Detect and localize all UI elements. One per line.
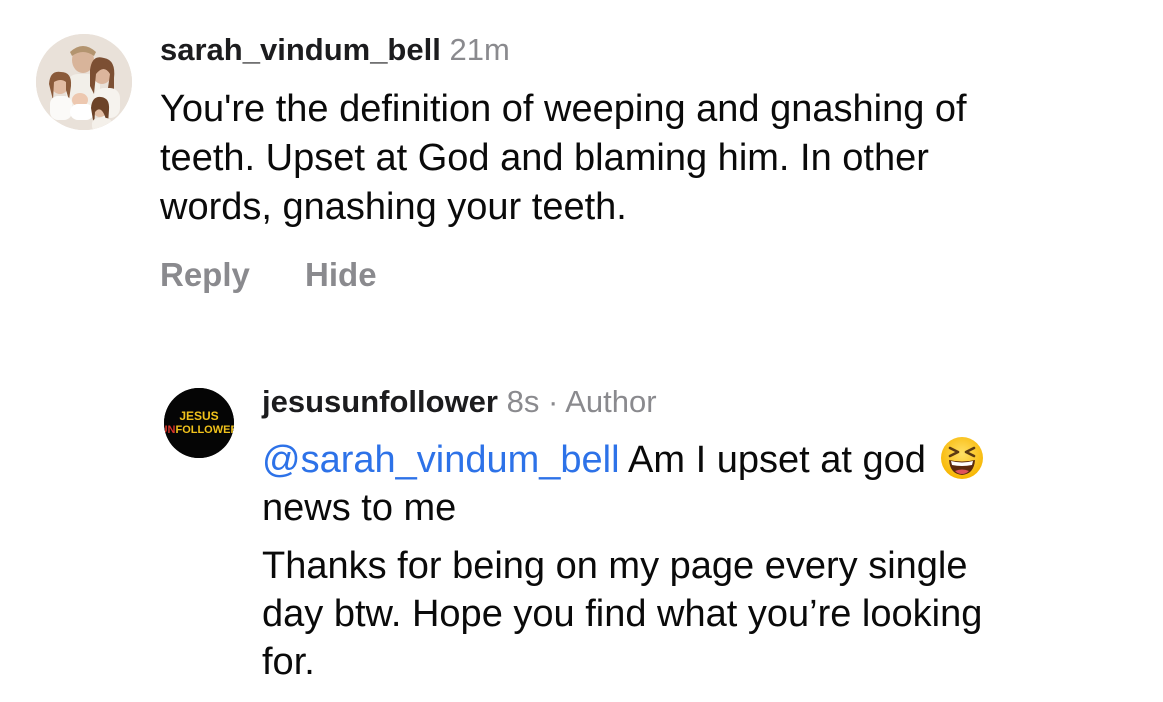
reply-avatar[interactable]: JESUS UNFOLLOWER bbox=[164, 388, 234, 458]
reply-paragraph-line: for. bbox=[262, 641, 315, 683]
reply-header: jesusunfollower 8s · Author bbox=[262, 382, 657, 422]
reply-button[interactable]: Reply bbox=[160, 253, 250, 297]
author-badge: Author bbox=[565, 384, 657, 419]
reply-username[interactable]: jesusunfollower bbox=[262, 384, 498, 419]
reply-text-line: @sarah_vindum_bell Am I upset at god bbox=[262, 436, 1142, 484]
logo-text-bottom: UNFOLLOWER bbox=[164, 424, 234, 436]
jesus-unfollower-logo-icon: JESUS UNFOLLOWER bbox=[164, 388, 234, 458]
reply-paragraph-line: day btw. Hope you find what you’re looki… bbox=[262, 593, 983, 635]
comment-username[interactable]: sarah_vindum_bell bbox=[160, 32, 441, 67]
hide-button[interactable]: Hide bbox=[305, 253, 377, 297]
mention-link[interactable]: @sarah_vindum_bell bbox=[262, 439, 620, 481]
comment-text: You're the definition of weeping and gna… bbox=[160, 85, 1140, 232]
reply-text-line: news to me bbox=[262, 487, 457, 529]
family-photo-icon bbox=[36, 34, 132, 130]
user-avatar[interactable] bbox=[36, 34, 132, 130]
comment-text-line: teeth. Upset at God and blaming him. In … bbox=[160, 137, 929, 179]
reply-paragraph-line: Thanks for being on my page every single bbox=[262, 545, 968, 587]
grinning-squinting-face-icon bbox=[940, 437, 983, 479]
reply-timestamp: 8s bbox=[506, 384, 540, 419]
reply-text: @sarah_vindum_bell Am I upset at god new… bbox=[262, 436, 1142, 686]
reply-separator: · bbox=[547, 384, 559, 419]
logo-text-top: JESUS bbox=[179, 409, 218, 423]
reply-text-after-mention: Am I upset at god bbox=[628, 439, 926, 481]
reply-paragraph: Thanks for being on my page every single… bbox=[262, 542, 1142, 686]
comment-text-line: You're the definition of weeping and gna… bbox=[160, 88, 967, 130]
comment-actions: Reply Hide bbox=[160, 253, 377, 297]
comment-header: sarah_vindum_bell 21m bbox=[160, 30, 510, 70]
comment-text-line: words, gnashing your teeth. bbox=[160, 186, 627, 228]
comment-timestamp: 21m bbox=[449, 32, 510, 67]
